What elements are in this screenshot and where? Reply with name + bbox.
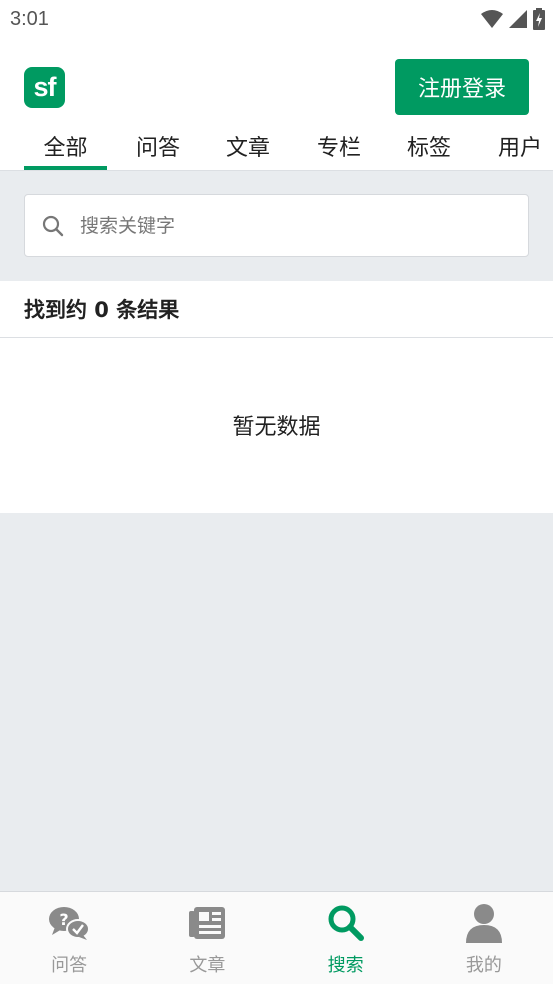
qa-icon: ?: [49, 903, 90, 943]
cellular-signal-icon: [509, 10, 527, 28]
tab-users[interactable]: 用户: [488, 126, 552, 171]
nav-item-articles[interactable]: 文章: [138, 892, 276, 984]
sf-logo[interactable]: sf: [24, 67, 65, 108]
article-icon: [189, 903, 226, 943]
bottom-navigation: ? 问答 文章 搜索 我的: [0, 891, 553, 984]
nav-item-profile[interactable]: 我的: [415, 892, 553, 984]
empty-state-text: 暂无数据: [232, 415, 321, 440]
status-icons: [481, 8, 545, 30]
nav-label-search: 搜索: [327, 955, 364, 976]
search-area: [0, 171, 553, 281]
tab-all[interactable]: 全部: [24, 126, 107, 171]
category-tabs: 全部 问答 文章 专栏 标签 用户: [0, 126, 553, 171]
tab-tags[interactable]: 标签: [397, 126, 461, 171]
tab-qa[interactable]: 问答: [126, 126, 190, 171]
search-input[interactable]: [80, 214, 480, 237]
nav-item-qa[interactable]: ? 问答: [0, 892, 138, 984]
nav-label-profile: 我的: [465, 955, 502, 976]
register-login-button[interactable]: 注册登录: [395, 59, 529, 115]
search-results: 找到约 0 条结果 暂无数据: [0, 281, 553, 513]
nav-label-articles: 文章: [189, 955, 226, 976]
search-box[interactable]: [24, 194, 529, 257]
app-screen: 3:01 sf 注册登录 全部 问答 文章 专栏 标签 用户 搜索关键字 找到约…: [0, 0, 553, 984]
app-header: sf 注册登录 全部 问答 文章 专栏 标签 用户: [0, 38, 553, 171]
nav-label-qa: 问答: [51, 955, 88, 976]
tab-articles[interactable]: 文章: [216, 126, 280, 171]
nav-item-search[interactable]: 搜索: [277, 892, 415, 984]
user-icon: [465, 903, 502, 943]
search-nav-icon: [327, 903, 365, 943]
search-icon: [41, 214, 65, 238]
status-time: 3:01: [10, 7, 49, 30]
tab-columns[interactable]: 专栏: [307, 126, 371, 171]
wifi-icon: [481, 10, 503, 28]
results-count: 找到约 0 条结果: [0, 281, 553, 338]
battery-charging-icon: [533, 8, 545, 30]
status-bar: 3:01: [0, 0, 553, 38]
